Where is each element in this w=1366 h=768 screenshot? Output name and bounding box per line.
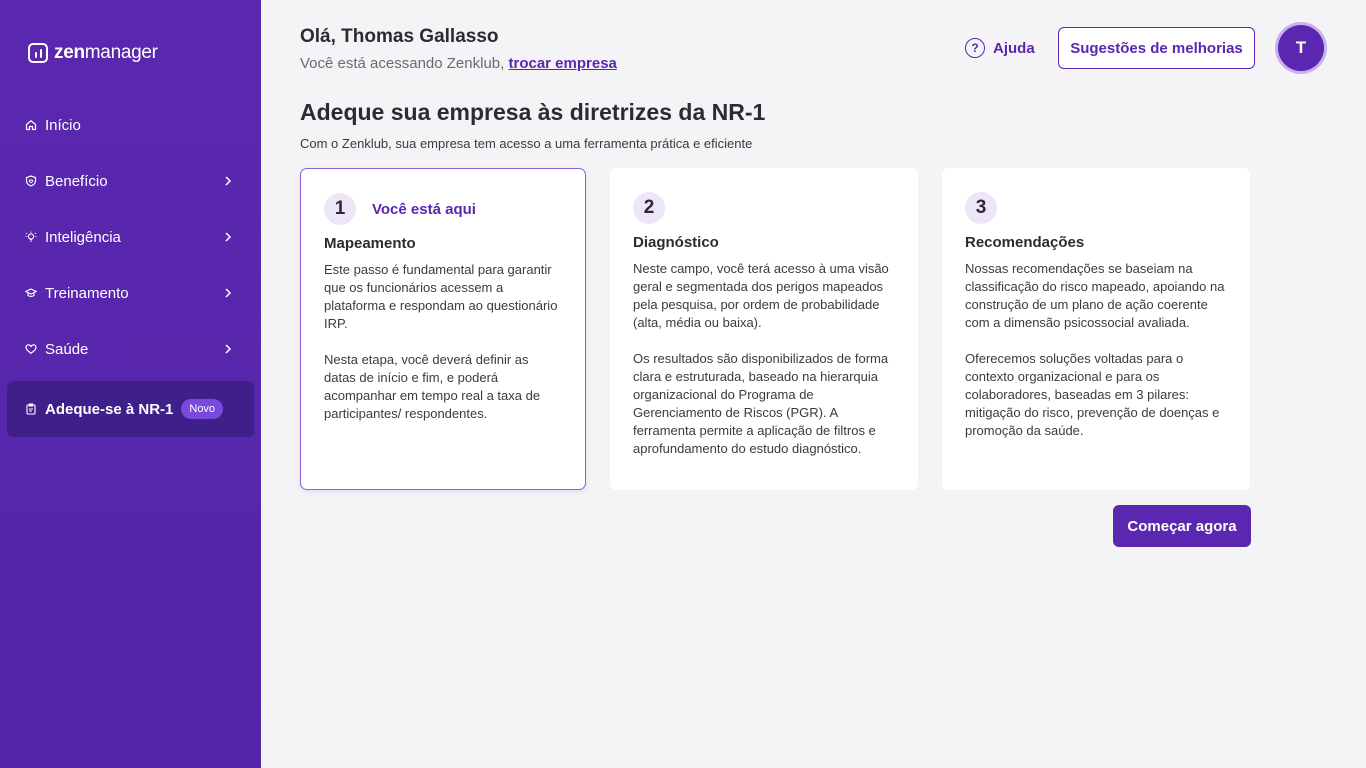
- sidebar-item-label: Início: [45, 116, 81, 134]
- step-card-mapeamento[interactable]: 1 Você está aqui Mapeamento Este passo é…: [300, 168, 586, 490]
- step-header: 2: [633, 192, 895, 224]
- step-card-recomendacoes[interactable]: 3 Recomendações Nossas recomendações se …: [942, 168, 1250, 490]
- step-card-diagnostico[interactable]: 2 Diagnóstico Neste campo, você terá ace…: [610, 168, 918, 490]
- sidebar-item-treinamento[interactable]: Treinamento: [7, 265, 254, 321]
- sidebar-item-beneficio[interactable]: Benefício: [7, 153, 254, 209]
- heart-icon: [25, 343, 37, 355]
- step-number: 2: [633, 192, 665, 224]
- sidebar-item-saude[interactable]: Saúde: [7, 321, 254, 377]
- page-subtitle: Com o Zenklub, sua empresa tem acesso a …: [300, 136, 753, 151]
- sidebar-item-nr1[interactable]: Adeque-se à NR-1 Novo: [7, 381, 254, 437]
- sidebar-item-inicio[interactable]: Início: [7, 97, 254, 153]
- greeting-block: Olá, Thomas Gallasso Você está acessando…: [300, 26, 617, 72]
- home-icon: [25, 119, 37, 131]
- avatar[interactable]: T: [1278, 25, 1324, 71]
- lightbulb-icon: [25, 231, 37, 243]
- sidebar-item-label: Benefício: [45, 172, 108, 190]
- step-description: Nossas recomendações se baseiam na class…: [965, 261, 1225, 330]
- chevron-right-icon: [220, 229, 236, 245]
- clipboard-icon: [25, 403, 37, 415]
- step-number: 3: [965, 192, 997, 224]
- new-badge: Novo: [181, 399, 224, 419]
- company-access-text: Você está acessando Zenklub, trocar empr…: [300, 55, 617, 72]
- step-header: 3: [965, 192, 1227, 224]
- sidebar-item-label: Adeque-se à NR-1: [45, 400, 174, 418]
- greeting-title: Olá, Thomas Gallasso: [300, 26, 499, 47]
- step-title: Mapeamento: [324, 235, 416, 252]
- step-description: Nesta etapa, você deverá definir as data…: [324, 352, 541, 421]
- suggestions-button[interactable]: Sugestões de melhorias: [1058, 27, 1255, 69]
- sidebar: zenmanager Início Benefício Inteligência: [0, 0, 261, 768]
- sidebar-item-label: Treinamento: [45, 284, 129, 302]
- page-title: Adeque sua empresa às diretrizes da NR-1: [300, 99, 766, 125]
- step-title: Diagnóstico: [633, 234, 719, 251]
- zenmanager-logo[interactable]: zenmanager: [28, 42, 158, 64]
- question-circle-icon: ?: [965, 38, 985, 58]
- step-title: Recomendações: [965, 234, 1085, 251]
- help-link[interactable]: ? Ajuda: [965, 38, 1035, 58]
- chevron-right-icon: [220, 173, 236, 189]
- main-content: Olá, Thomas Gallasso Você está acessando…: [261, 0, 1366, 768]
- sidebar-item-label: Saúde: [45, 340, 89, 358]
- sidebar-nav: Início Benefício Inteligência Treinament…: [7, 97, 254, 437]
- step-number: 1: [324, 193, 356, 225]
- chart-bubble-icon: [28, 43, 48, 63]
- logo-text: zenmanager: [54, 42, 158, 63]
- sidebar-item-label: Inteligência: [45, 228, 121, 246]
- step-description: Neste campo, você terá acesso à uma visã…: [633, 261, 889, 330]
- step-description: Este passo é fundamental para garantir q…: [324, 262, 558, 331]
- shield-heart-icon: [25, 175, 37, 187]
- graduation-cap-icon: [25, 287, 37, 299]
- start-now-button[interactable]: Começar agora: [1113, 505, 1251, 547]
- step-header: 1 Você está aqui: [324, 193, 562, 225]
- chevron-right-icon: [220, 285, 236, 301]
- current-step-label: Você está aqui: [372, 200, 476, 218]
- switch-company-link[interactable]: trocar empresa: [508, 55, 616, 72]
- step-description: Os resultados são disponibilizados de fo…: [633, 351, 889, 456]
- sidebar-item-inteligencia[interactable]: Inteligência: [7, 209, 254, 265]
- access-text: Você está acessando Zenklub,: [300, 55, 505, 72]
- help-label: Ajuda: [993, 39, 1035, 57]
- chevron-right-icon: [220, 341, 236, 357]
- step-description: Oferecemos soluções voltadas para o cont…: [965, 351, 1220, 438]
